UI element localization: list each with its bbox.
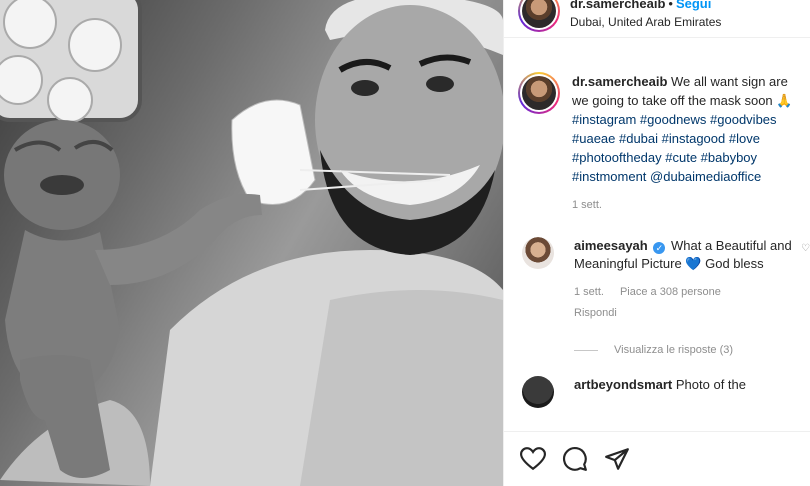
post-caption: dr.samercheaib We all want sign are we g… (504, 38, 810, 215)
post-photo[interactable] (0, 0, 503, 486)
separator-dot: • (668, 0, 673, 11)
author-avatar[interactable] (518, 0, 560, 32)
view-replies-label: Visualizza le risposte (3) (614, 344, 734, 356)
instagram-post: dr.samercheaib • Segui Dubai, United Arab … (0, 0, 810, 486)
blue-heart-emoji: 💙 (685, 256, 702, 271)
post-header-text: dr.samercheaib • Segui Dubai, United Arab … (570, 0, 721, 29)
heart-icon[interactable] (520, 447, 546, 471)
commenter-avatar[interactable] (522, 376, 554, 408)
author-username[interactable]: dr.samercheaib (570, 0, 665, 11)
caption-timestamp[interactable]: 1 sett. (572, 196, 800, 215)
verified-badge-icon: ✓ (653, 242, 666, 254)
photo-illustration (0, 0, 503, 486)
comment-timestamp[interactable]: 1 sett. (574, 283, 604, 301)
comment-text: Photo of the (675, 377, 746, 392)
caption-username[interactable]: dr.samercheaib (572, 74, 667, 89)
comment-like-heart-icon[interactable]: ♡ (801, 243, 810, 254)
commenter-username[interactable]: artbeyondsmart (574, 377, 672, 392)
comment-text-after: God bless (705, 256, 764, 271)
post-side-panel: dr.samercheaib • Segui Dubai, United Arab … (503, 0, 810, 486)
replies-line (574, 349, 598, 351)
view-replies-button[interactable]: Visualizza le risposte (3) (504, 322, 810, 356)
follow-button[interactable]: Segui (676, 0, 711, 11)
caption-author-avatar[interactable] (518, 72, 560, 114)
comment-item: artbeyondsmart Photo of the (504, 356, 810, 408)
commenter-avatar[interactable] (522, 237, 554, 269)
caption-hashtags[interactable]: #instagram #goodnews #goodvibes #uaeae #… (572, 112, 777, 184)
comment-item: aimeesayah ✓ What a Beautiful and Meanin… (504, 215, 810, 322)
share-icon[interactable] (604, 447, 630, 471)
reply-button[interactable]: Rispondi (574, 304, 800, 322)
commenter-username[interactable]: aimeesayah (574, 238, 648, 253)
post-header: dr.samercheaib • Segui Dubai, United Arab … (504, 0, 810, 38)
comment-icon[interactable] (562, 446, 588, 472)
comment-likes-count[interactable]: Piace a 308 persone (620, 283, 721, 301)
post-location[interactable]: Dubai, United Arab Emirates (570, 15, 721, 29)
post-actions-bar (504, 431, 810, 486)
